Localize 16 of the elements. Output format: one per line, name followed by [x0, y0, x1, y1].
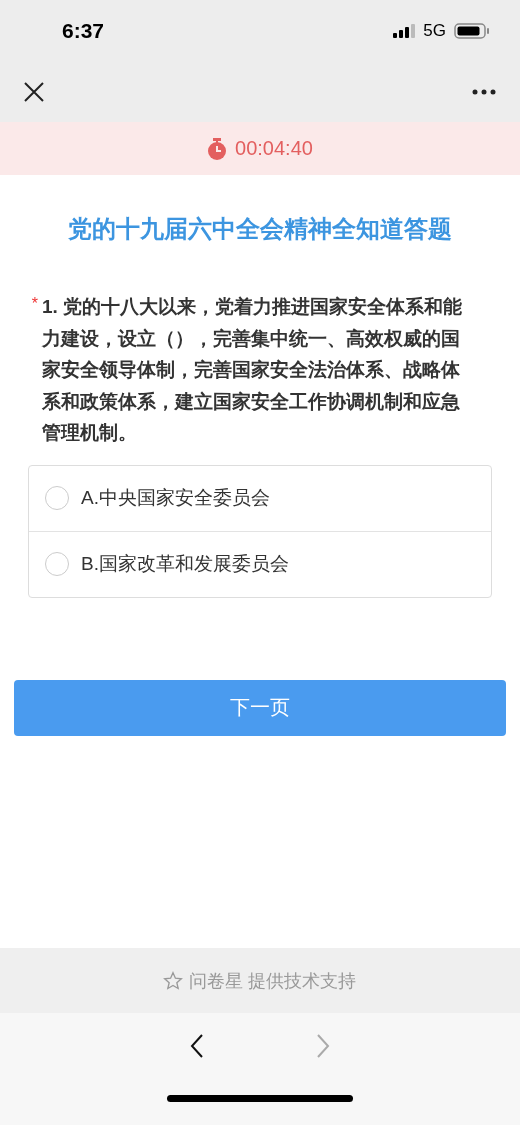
back-icon[interactable] [190, 1033, 204, 1059]
powered-by-text: 问卷星 提供技术支持 [189, 969, 357, 993]
required-mark: * [30, 294, 39, 314]
close-icon[interactable] [24, 82, 44, 102]
status-time: 6:37 [62, 19, 105, 43]
network-label: 5G [423, 21, 446, 41]
option-label[interactable]: B.国家改革和发展委员会 [81, 551, 289, 577]
battery-icon [454, 23, 490, 39]
signal-icon [393, 24, 416, 38]
question-text: 1. 党的十八大以来，党着力推进国家安全体系和能力建设，设立（），完善集中统一、高效权威的国家安全领导体制，完善国家安全法治体系、战略体系和政策体系，建立国家安全工作协调机制和应急管理机制。 [42, 295, 464, 445]
stopwatch-icon [207, 137, 228, 160]
survey-title: 党的十九届六中全会精神全知道答题 [67, 214, 453, 244]
countdown-timer: 00:04:40 [235, 137, 313, 160]
more-icon[interactable] [472, 89, 496, 95]
option-label[interactable]: A.中央国家安全委员会 [81, 485, 270, 511]
star-icon [163, 970, 184, 991]
